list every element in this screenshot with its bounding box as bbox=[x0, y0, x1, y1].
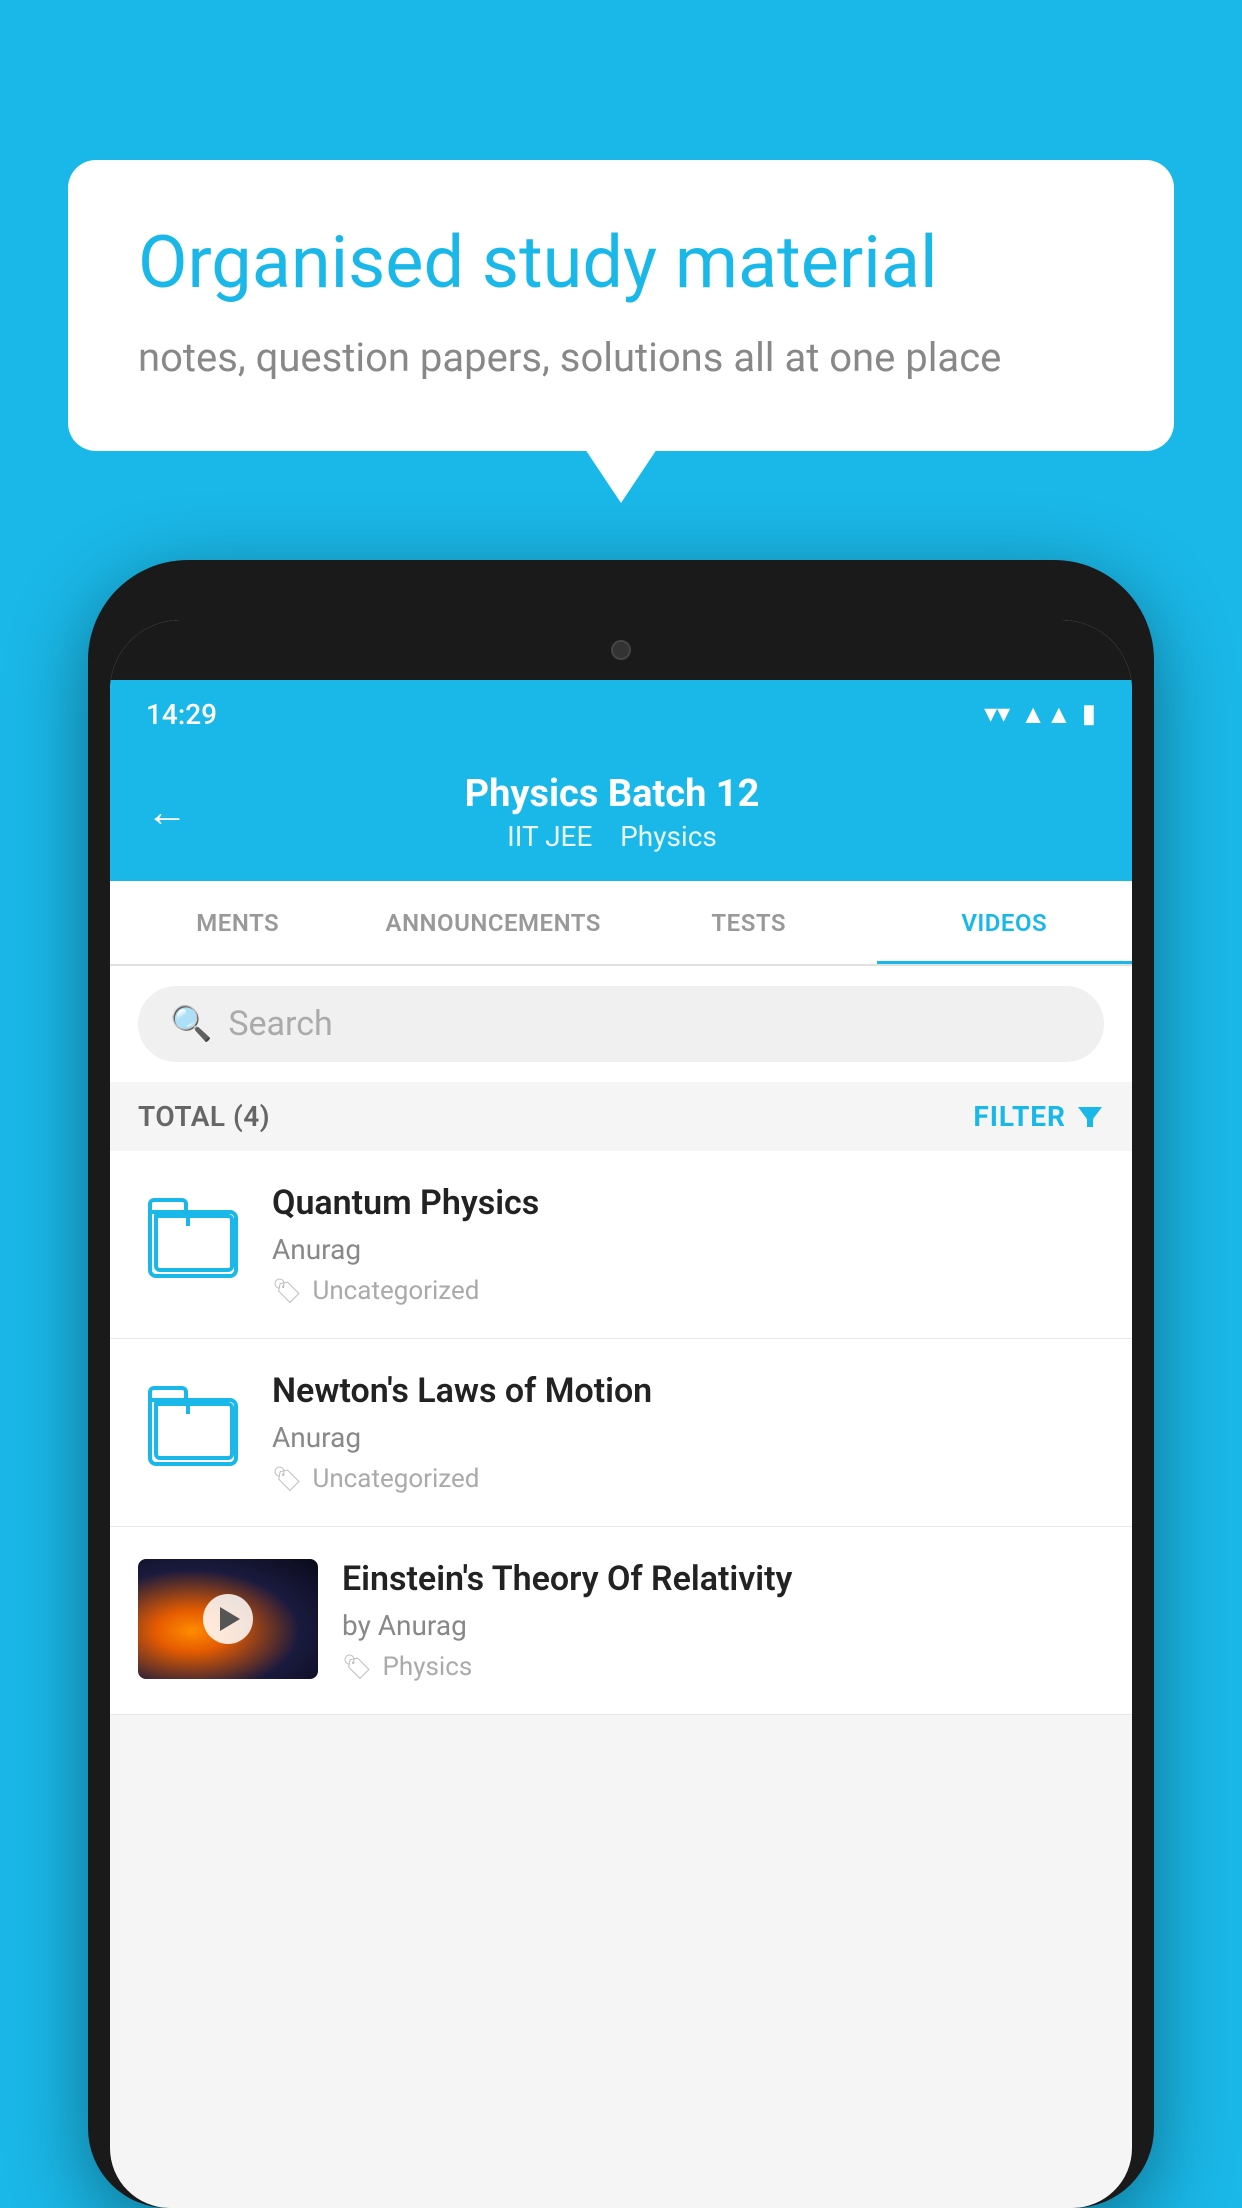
camera-dot bbox=[611, 640, 631, 660]
folder-icon-1 bbox=[148, 1198, 238, 1278]
video-tag-2: 🏷 Uncategorized bbox=[272, 1464, 1104, 1494]
tag-icon-1: 🏷 bbox=[272, 1277, 302, 1305]
video-info-1: Quantum Physics Anurag 🏷 Uncategorized bbox=[272, 1183, 1104, 1306]
video-author-3: by Anurag bbox=[342, 1609, 1104, 1642]
video-thumbnail-3 bbox=[138, 1559, 318, 1679]
speech-bubble-section: Organised study material notes, question… bbox=[68, 160, 1174, 451]
toolbar-title: Physics Batch 12 bbox=[216, 772, 1008, 816]
total-label: TOTAL (4) bbox=[138, 1100, 270, 1133]
tab-ments[interactable]: MENTS bbox=[110, 881, 366, 964]
app-toolbar: ← Physics Batch 12 IIT JEE Physics bbox=[110, 748, 1132, 881]
phone-frame: 14:29 ▾▾ ▲▲ ▮ ← Physics Batch 12 IIT JEE bbox=[88, 560, 1154, 2208]
speech-bubble: Organised study material notes, question… bbox=[68, 160, 1174, 451]
filter-icon bbox=[1076, 1103, 1104, 1131]
folder-icon-2 bbox=[148, 1386, 238, 1466]
video-author-2: Anurag bbox=[272, 1421, 1104, 1454]
play-button-3[interactable] bbox=[203, 1594, 253, 1644]
tag-icon-3: 🏷 bbox=[342, 1653, 372, 1681]
toolbar-text: Physics Batch 12 IIT JEE Physics bbox=[216, 772, 1008, 853]
status-bar: 14:29 ▾▾ ▲▲ ▮ bbox=[110, 680, 1132, 748]
toolbar-subtitle: IIT JEE Physics bbox=[216, 820, 1008, 853]
toolbar-subtitle1: IIT JEE bbox=[507, 820, 592, 853]
video-tag-1: 🏷 Uncategorized bbox=[272, 1276, 1104, 1306]
video-title-2: Newton's Laws of Motion bbox=[272, 1371, 1104, 1411]
tab-bar: MENTS ANNOUNCEMENTS TESTS VIDEOS bbox=[110, 881, 1132, 966]
tag-icon-2: 🏷 bbox=[272, 1465, 302, 1493]
phone-screen: 14:29 ▾▾ ▲▲ ▮ ← Physics Batch 12 IIT JEE bbox=[110, 620, 1132, 2208]
background: Organised study material notes, question… bbox=[0, 0, 1242, 2208]
back-button[interactable]: ← bbox=[146, 788, 188, 837]
screen-content: 14:29 ▾▾ ▲▲ ▮ ← Physics Batch 12 IIT JEE bbox=[110, 680, 1132, 2208]
status-time: 14:29 bbox=[146, 698, 217, 731]
video-info-2: Newton's Laws of Motion Anurag 🏷 Uncateg… bbox=[272, 1371, 1104, 1494]
folder-front-tab bbox=[154, 1400, 190, 1414]
search-bar-container: 🔍 Search bbox=[110, 966, 1132, 1082]
play-icon bbox=[220, 1607, 240, 1631]
video-title-1: Quantum Physics bbox=[272, 1183, 1104, 1223]
video-author-1: Anurag bbox=[272, 1233, 1104, 1266]
folder-thumb-2 bbox=[138, 1371, 248, 1481]
signal-icon: ▲▲ bbox=[1020, 699, 1071, 730]
phone-notch bbox=[110, 620, 1132, 680]
folder-front-tab bbox=[154, 1212, 190, 1226]
bubble-subtitle: notes, question papers, solutions all at… bbox=[138, 334, 1104, 381]
filter-row: TOTAL (4) FILTER bbox=[110, 1082, 1132, 1151]
video-tag-label-1: Uncategorized bbox=[312, 1276, 479, 1306]
list-item[interactable]: Newton's Laws of Motion Anurag 🏷 Uncateg… bbox=[110, 1339, 1132, 1527]
video-title-3: Einstein's Theory Of Relativity bbox=[342, 1559, 1104, 1599]
video-list: Quantum Physics Anurag 🏷 Uncategorized bbox=[110, 1151, 1132, 1715]
notch-cutout bbox=[561, 630, 681, 670]
video-info-3: Einstein's Theory Of Relativity by Anura… bbox=[342, 1559, 1104, 1682]
search-icon: 🔍 bbox=[170, 1004, 212, 1044]
filter-button[interactable]: FILTER bbox=[973, 1100, 1104, 1133]
search-placeholder: Search bbox=[228, 1004, 332, 1044]
list-item[interactable]: Einstein's Theory Of Relativity by Anura… bbox=[110, 1527, 1132, 1715]
tab-announcements[interactable]: ANNOUNCEMENTS bbox=[366, 881, 622, 964]
video-tag-label-3: Physics bbox=[382, 1652, 472, 1682]
bubble-title: Organised study material bbox=[138, 220, 1104, 306]
filter-label: FILTER bbox=[973, 1100, 1066, 1133]
tab-tests[interactable]: TESTS bbox=[621, 881, 877, 964]
video-tag-3: 🏷 Physics bbox=[342, 1652, 1104, 1682]
list-item[interactable]: Quantum Physics Anurag 🏷 Uncategorized bbox=[110, 1151, 1132, 1339]
search-bar[interactable]: 🔍 Search bbox=[138, 986, 1104, 1062]
battery-icon: ▮ bbox=[1082, 699, 1096, 729]
folder-thumb-1 bbox=[138, 1183, 248, 1293]
tab-videos[interactable]: VIDEOS bbox=[877, 881, 1133, 964]
status-icons: ▾▾ ▲▲ ▮ bbox=[984, 699, 1096, 730]
video-tag-label-2: Uncategorized bbox=[312, 1464, 479, 1494]
toolbar-subtitle2: Physics bbox=[620, 820, 717, 853]
wifi-icon: ▾▾ bbox=[984, 699, 1010, 729]
